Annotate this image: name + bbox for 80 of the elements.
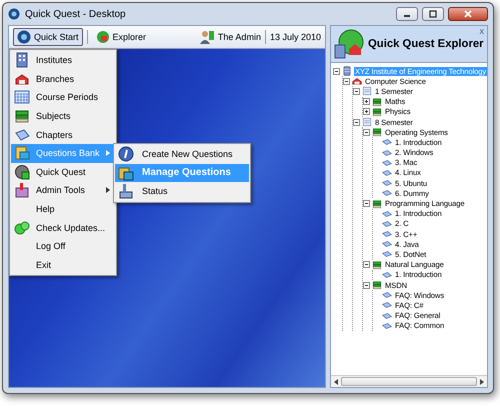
explorer-button[interactable]: Explorer	[92, 28, 150, 46]
user-name: The Admin	[218, 32, 261, 42]
menu-item[interactable]: Log Off	[11, 236, 115, 256]
chapter-icon	[382, 300, 392, 310]
chapter-icon	[382, 208, 392, 219]
subject-icon	[372, 260, 382, 270]
app-logo-icon	[17, 30, 31, 44]
submenu-item[interactable]: Status	[115, 182, 249, 201]
chapter-icon	[382, 137, 392, 148]
semester-icon	[362, 117, 372, 128]
collapse-box-icon[interactable]	[353, 118, 360, 126]
subject-icon	[372, 96, 382, 107]
menu-item[interactable]: Help	[11, 200, 115, 218]
collapse-box-icon[interactable]	[333, 68, 340, 75]
menu-item-icon	[14, 126, 30, 143]
user-icon	[200, 30, 214, 44]
collapse-box-icon[interactable]	[363, 128, 370, 136]
maximize-icon	[429, 10, 437, 18]
chapter-icon	[382, 188, 392, 198]
submenu-item-icon	[118, 146, 134, 162]
date-label: 13 July 2010	[270, 32, 321, 42]
branch-icon	[352, 76, 362, 86]
close-button[interactable]	[448, 7, 488, 21]
chapter-icon	[382, 310, 392, 321]
chapter-icon	[382, 290, 392, 300]
subject-icon	[372, 198, 382, 209]
scroll-right-icon[interactable]	[480, 378, 484, 384]
chapter-icon	[382, 218, 392, 229]
globe-icon	[334, 29, 364, 59]
submenu-item-icon	[118, 183, 134, 200]
menu-item-icon	[14, 89, 30, 106]
chapter-icon	[382, 320, 392, 331]
menu-item[interactable]: Institutes	[11, 51, 115, 70]
subject-icon	[372, 127, 382, 138]
maximize-button[interactable]	[422, 7, 444, 21]
collapse-box-icon[interactable]	[353, 88, 360, 95]
chapter-icon	[382, 239, 392, 250]
menu-item-icon	[14, 145, 30, 162]
collapse-box-icon[interactable]	[363, 200, 370, 208]
horizontal-scrollbar[interactable]	[331, 375, 487, 387]
expand-box-icon[interactable]	[363, 108, 370, 116]
chapter-icon	[382, 249, 392, 260]
menu-item[interactable]: Branches	[11, 70, 115, 88]
submenu-item-icon	[118, 164, 134, 181]
institute-icon	[342, 66, 352, 76]
menu-item[interactable]: Course Periods	[11, 88, 115, 107]
chapter-icon	[382, 178, 392, 188]
chapter-icon	[382, 168, 392, 178]
quick-start-button[interactable]: Quick Start	[13, 28, 83, 46]
scroll-left-icon[interactable]	[334, 378, 338, 384]
menu-item-icon	[14, 182, 30, 198]
menu-item[interactable]: Check Updates...	[11, 218, 115, 237]
collapse-box-icon[interactable]	[343, 78, 350, 85]
chapter-icon	[382, 270, 392, 280]
menu-item-icon	[14, 108, 30, 124]
menu-item-icon	[14, 52, 30, 68]
semester-icon	[362, 86, 372, 96]
subject-icon	[372, 280, 382, 290]
subject-icon	[372, 106, 382, 117]
explorer-title: Quick Quest Explorer	[368, 38, 484, 50]
menu-item-icon	[14, 164, 30, 180]
menu-item[interactable]: Quick Quest	[11, 162, 115, 182]
globe-icon	[96, 30, 110, 44]
menu-item[interactable]: Chapters	[11, 125, 115, 144]
menu-item[interactable]: Exit	[11, 256, 115, 274]
panel-close-button[interactable]: x	[480, 26, 484, 36]
submenu-item[interactable]: Create New Questions	[115, 145, 249, 164]
menu-item[interactable]: Subjects	[11, 106, 115, 126]
chapter-icon	[382, 229, 392, 240]
collapse-box-icon[interactable]	[363, 282, 370, 289]
window-title: Quick Quest - Desktop	[25, 8, 127, 20]
chapter-icon	[382, 148, 392, 158]
menu-item-icon	[14, 220, 30, 236]
close-icon	[464, 10, 472, 18]
minimize-button[interactable]	[396, 7, 418, 21]
chapter-icon	[382, 158, 392, 168]
app-logo-icon	[8, 8, 20, 20]
collapse-box-icon[interactable]	[363, 261, 370, 268]
menu-item[interactable]: Admin Tools	[11, 181, 115, 200]
expand-box-icon[interactable]	[363, 98, 370, 106]
